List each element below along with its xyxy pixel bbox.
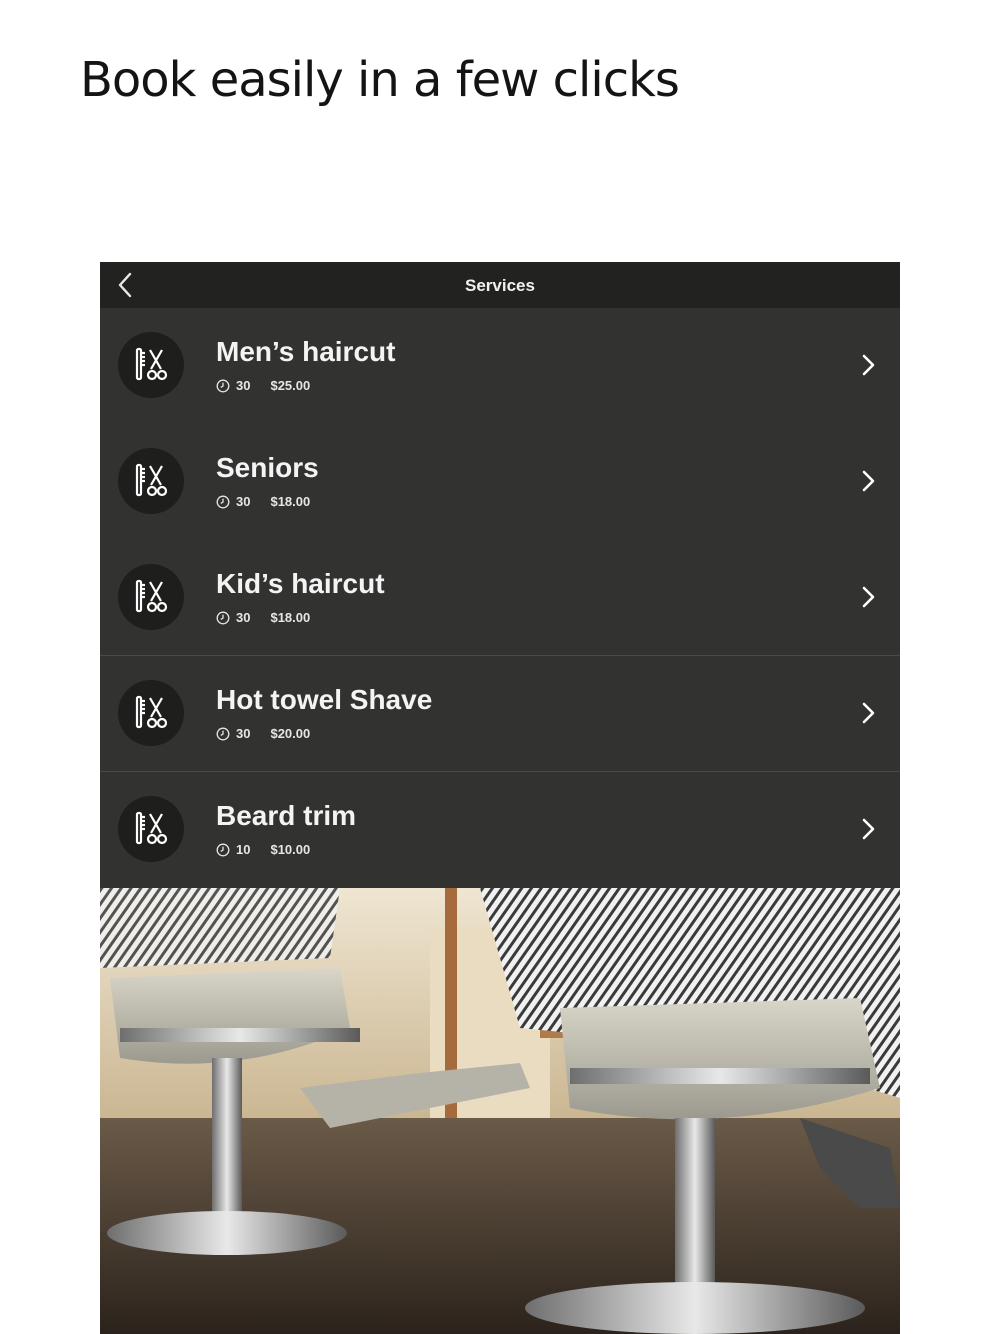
comb-scissors-icon [135,579,168,613]
comb-scissors-icon [135,463,168,497]
service-price: $20.00 [270,726,311,741]
barbershop-photo [100,888,900,1334]
service-row[interactable]: Seniors 30 $18.00 [100,424,900,540]
service-name: Beard trim [216,800,357,831]
clock-icon [216,843,230,856]
navigation-bar: Services [100,262,900,308]
service-name: Kid’s haircut [216,568,385,599]
headline: Book easily in a few clicks [80,52,680,108]
service-duration: 10 [236,842,251,857]
clock-icon [216,727,230,740]
service-avatar [118,680,184,746]
service-duration: 30 [236,610,251,625]
barber-chairs-illustration [100,888,900,1334]
chevron-right-icon [862,354,875,376]
service-avatar [118,332,184,398]
service-price: $25.00 [270,378,311,393]
chevron-right-icon [862,586,875,608]
service-meta: 30 $20.00 [216,726,310,741]
comb-scissors-icon [135,811,168,845]
service-duration: 30 [236,494,251,509]
chevron-right-icon [862,702,875,724]
service-row[interactable]: Men’s haircut 30 $25.00 [100,308,900,424]
chevron-right-icon [862,818,875,840]
comb-scissors-icon [135,695,168,729]
service-avatar [118,448,184,514]
service-list: Men’s haircut 30 $25.00 Seniors 30 $18.0… [100,308,900,888]
service-meta: 30 $18.00 [216,610,310,625]
service-row[interactable]: Kid’s haircut 30 $18.00 [100,540,900,656]
service-price: $18.00 [270,610,311,625]
service-avatar [118,796,184,862]
chevron-right-icon [862,470,875,492]
comb-scissors-icon [135,347,168,381]
service-duration: 30 [236,726,251,741]
service-name: Seniors [216,452,319,483]
clock-icon [216,611,230,624]
clock-icon [216,379,230,392]
app-screen: Services Men’s haircut 30 $25.00 Seniors… [100,262,900,1334]
service-duration: 30 [236,378,251,393]
service-price: $10.00 [270,842,311,857]
service-avatar [118,564,184,630]
service-row[interactable]: Hot towel Shave 30 $20.00 [100,656,900,772]
clock-icon [216,495,230,508]
service-row[interactable]: Beard trim 10 $10.00 [100,772,900,888]
service-name: Hot towel Shave [216,684,433,715]
service-price: $18.00 [270,494,311,509]
nav-title: Services [465,276,535,295]
service-name: Men’s haircut [216,336,396,367]
service-meta: 30 $25.00 [216,378,310,393]
service-meta: 30 $18.00 [216,494,310,509]
service-meta: 10 $10.00 [216,842,310,857]
